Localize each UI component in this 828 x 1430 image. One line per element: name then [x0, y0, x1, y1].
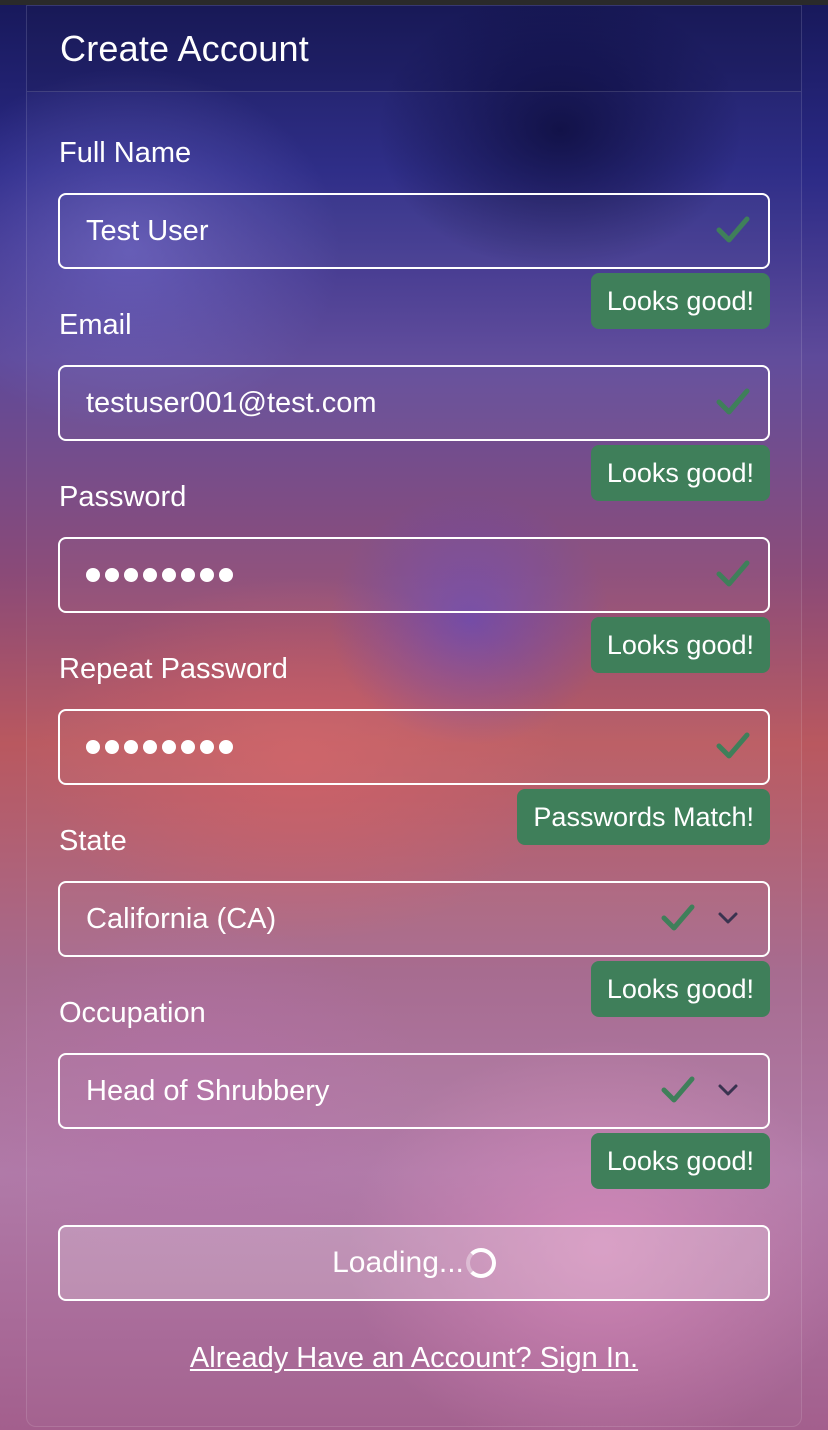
email-field[interactable]: [58, 365, 770, 441]
full-name-valid-badge: Looks good!: [590, 273, 770, 329]
repeat-password-field[interactable]: [58, 709, 770, 785]
spinner-icon: [465, 1248, 496, 1278]
state-valid-badge: Looks good!: [590, 961, 770, 1017]
full-name-input[interactable]: [86, 195, 686, 267]
state-select[interactable]: California (CA): [58, 881, 770, 957]
repeat-password-masked-value[interactable]: [86, 711, 233, 783]
checkmark-icon: [716, 216, 750, 243]
full-name-field[interactable]: [58, 193, 770, 269]
chevron-down-icon[interactable]: [717, 1082, 739, 1098]
checkmark-icon: [716, 388, 750, 415]
checkmark-icon: [716, 560, 750, 587]
password-valid-badge: Looks good!: [590, 617, 770, 673]
state-selected-value[interactable]: California (CA): [86, 883, 686, 955]
occupation-valid-badge: Looks good!: [590, 1133, 770, 1189]
state-label: State: [59, 825, 127, 857]
password-label: Password: [59, 481, 187, 513]
page-title: Create Account: [60, 28, 309, 69]
email-label: Email: [59, 309, 132, 341]
checkmark-icon: [661, 904, 695, 931]
email-valid-badge: Looks good!: [590, 445, 770, 501]
repeat-password-label: Repeat Password: [59, 653, 288, 685]
occupation-label: Occupation: [59, 997, 206, 1029]
checkmark-icon: [716, 732, 750, 759]
sign-in-link[interactable]: Already Have an Account? Sign In.: [0, 1342, 828, 1375]
email-input[interactable]: [86, 367, 686, 439]
password-field[interactable]: [58, 537, 770, 613]
submit-button-label: Loading...: [332, 1246, 464, 1279]
submit-button[interactable]: Loading...: [58, 1225, 770, 1301]
password-masked-value[interactable]: [86, 539, 233, 611]
chevron-down-icon[interactable]: [717, 910, 739, 926]
card-header: Create Account: [27, 6, 801, 92]
checkmark-icon: [661, 1076, 695, 1103]
occupation-select[interactable]: Head of Shrubbery: [58, 1053, 770, 1129]
passwords-match-badge: Passwords Match!: [517, 789, 770, 845]
full-name-label: Full Name: [59, 137, 192, 169]
occupation-selected-value[interactable]: Head of Shrubbery: [86, 1055, 686, 1127]
